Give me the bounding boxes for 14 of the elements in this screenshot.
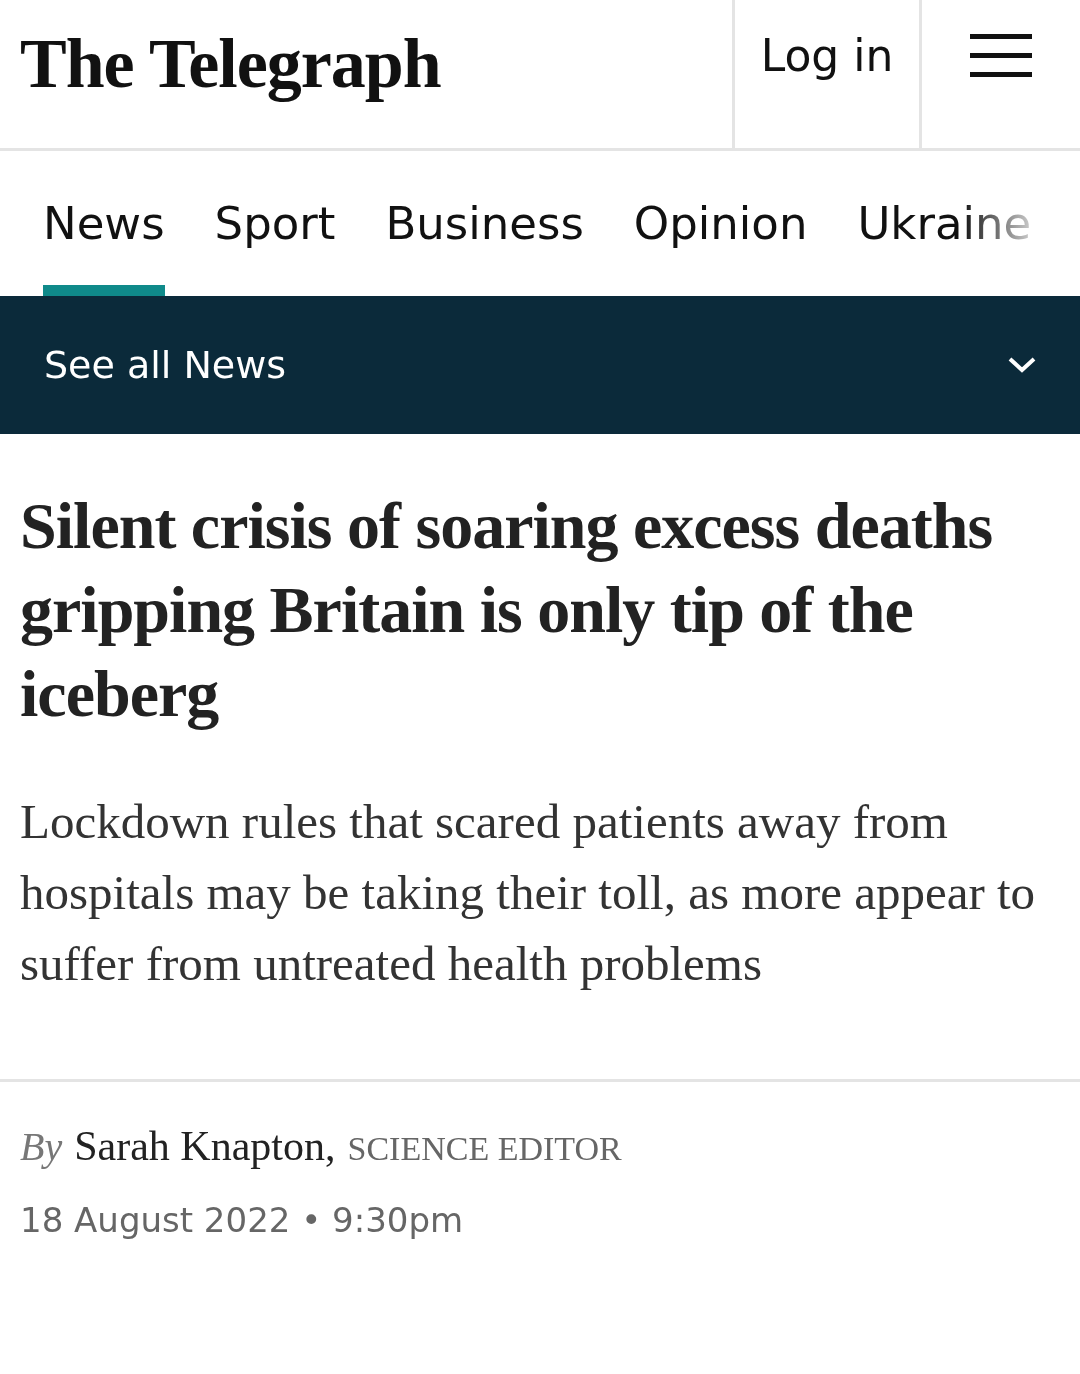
section-dropdown[interactable]: See all News [0, 296, 1080, 434]
byline-prefix: By [20, 1123, 63, 1170]
site-logo[interactable]: The Telegraph [0, 0, 732, 148]
article-headline: Silent crisis of soaring excess deaths gripping Britain is only tip of the iceberg [20, 488, 994, 732]
publish-date: 18 August 2022 • 9:30pm [19, 1199, 465, 1240]
author-name[interactable]: Sarah Knapton, [74, 1122, 336, 1170]
nav-tab[interactable]: Opinion [633, 151, 808, 296]
nav-tab[interactable]: Business [385, 151, 584, 296]
article-standfirst: Lockdown rules that scared patients away from hospitals may be taking their toll, as more appear to suffer from untreated health problems [20, 793, 1037, 993]
nav-tab[interactable]: Sport [214, 151, 336, 296]
chevron-icon [1008, 357, 1036, 373]
menu-icon [970, 33, 1032, 78]
author-role: SCIENCE EDITOR [347, 1130, 622, 1168]
login-link[interactable]: Log in [732, 0, 922, 148]
